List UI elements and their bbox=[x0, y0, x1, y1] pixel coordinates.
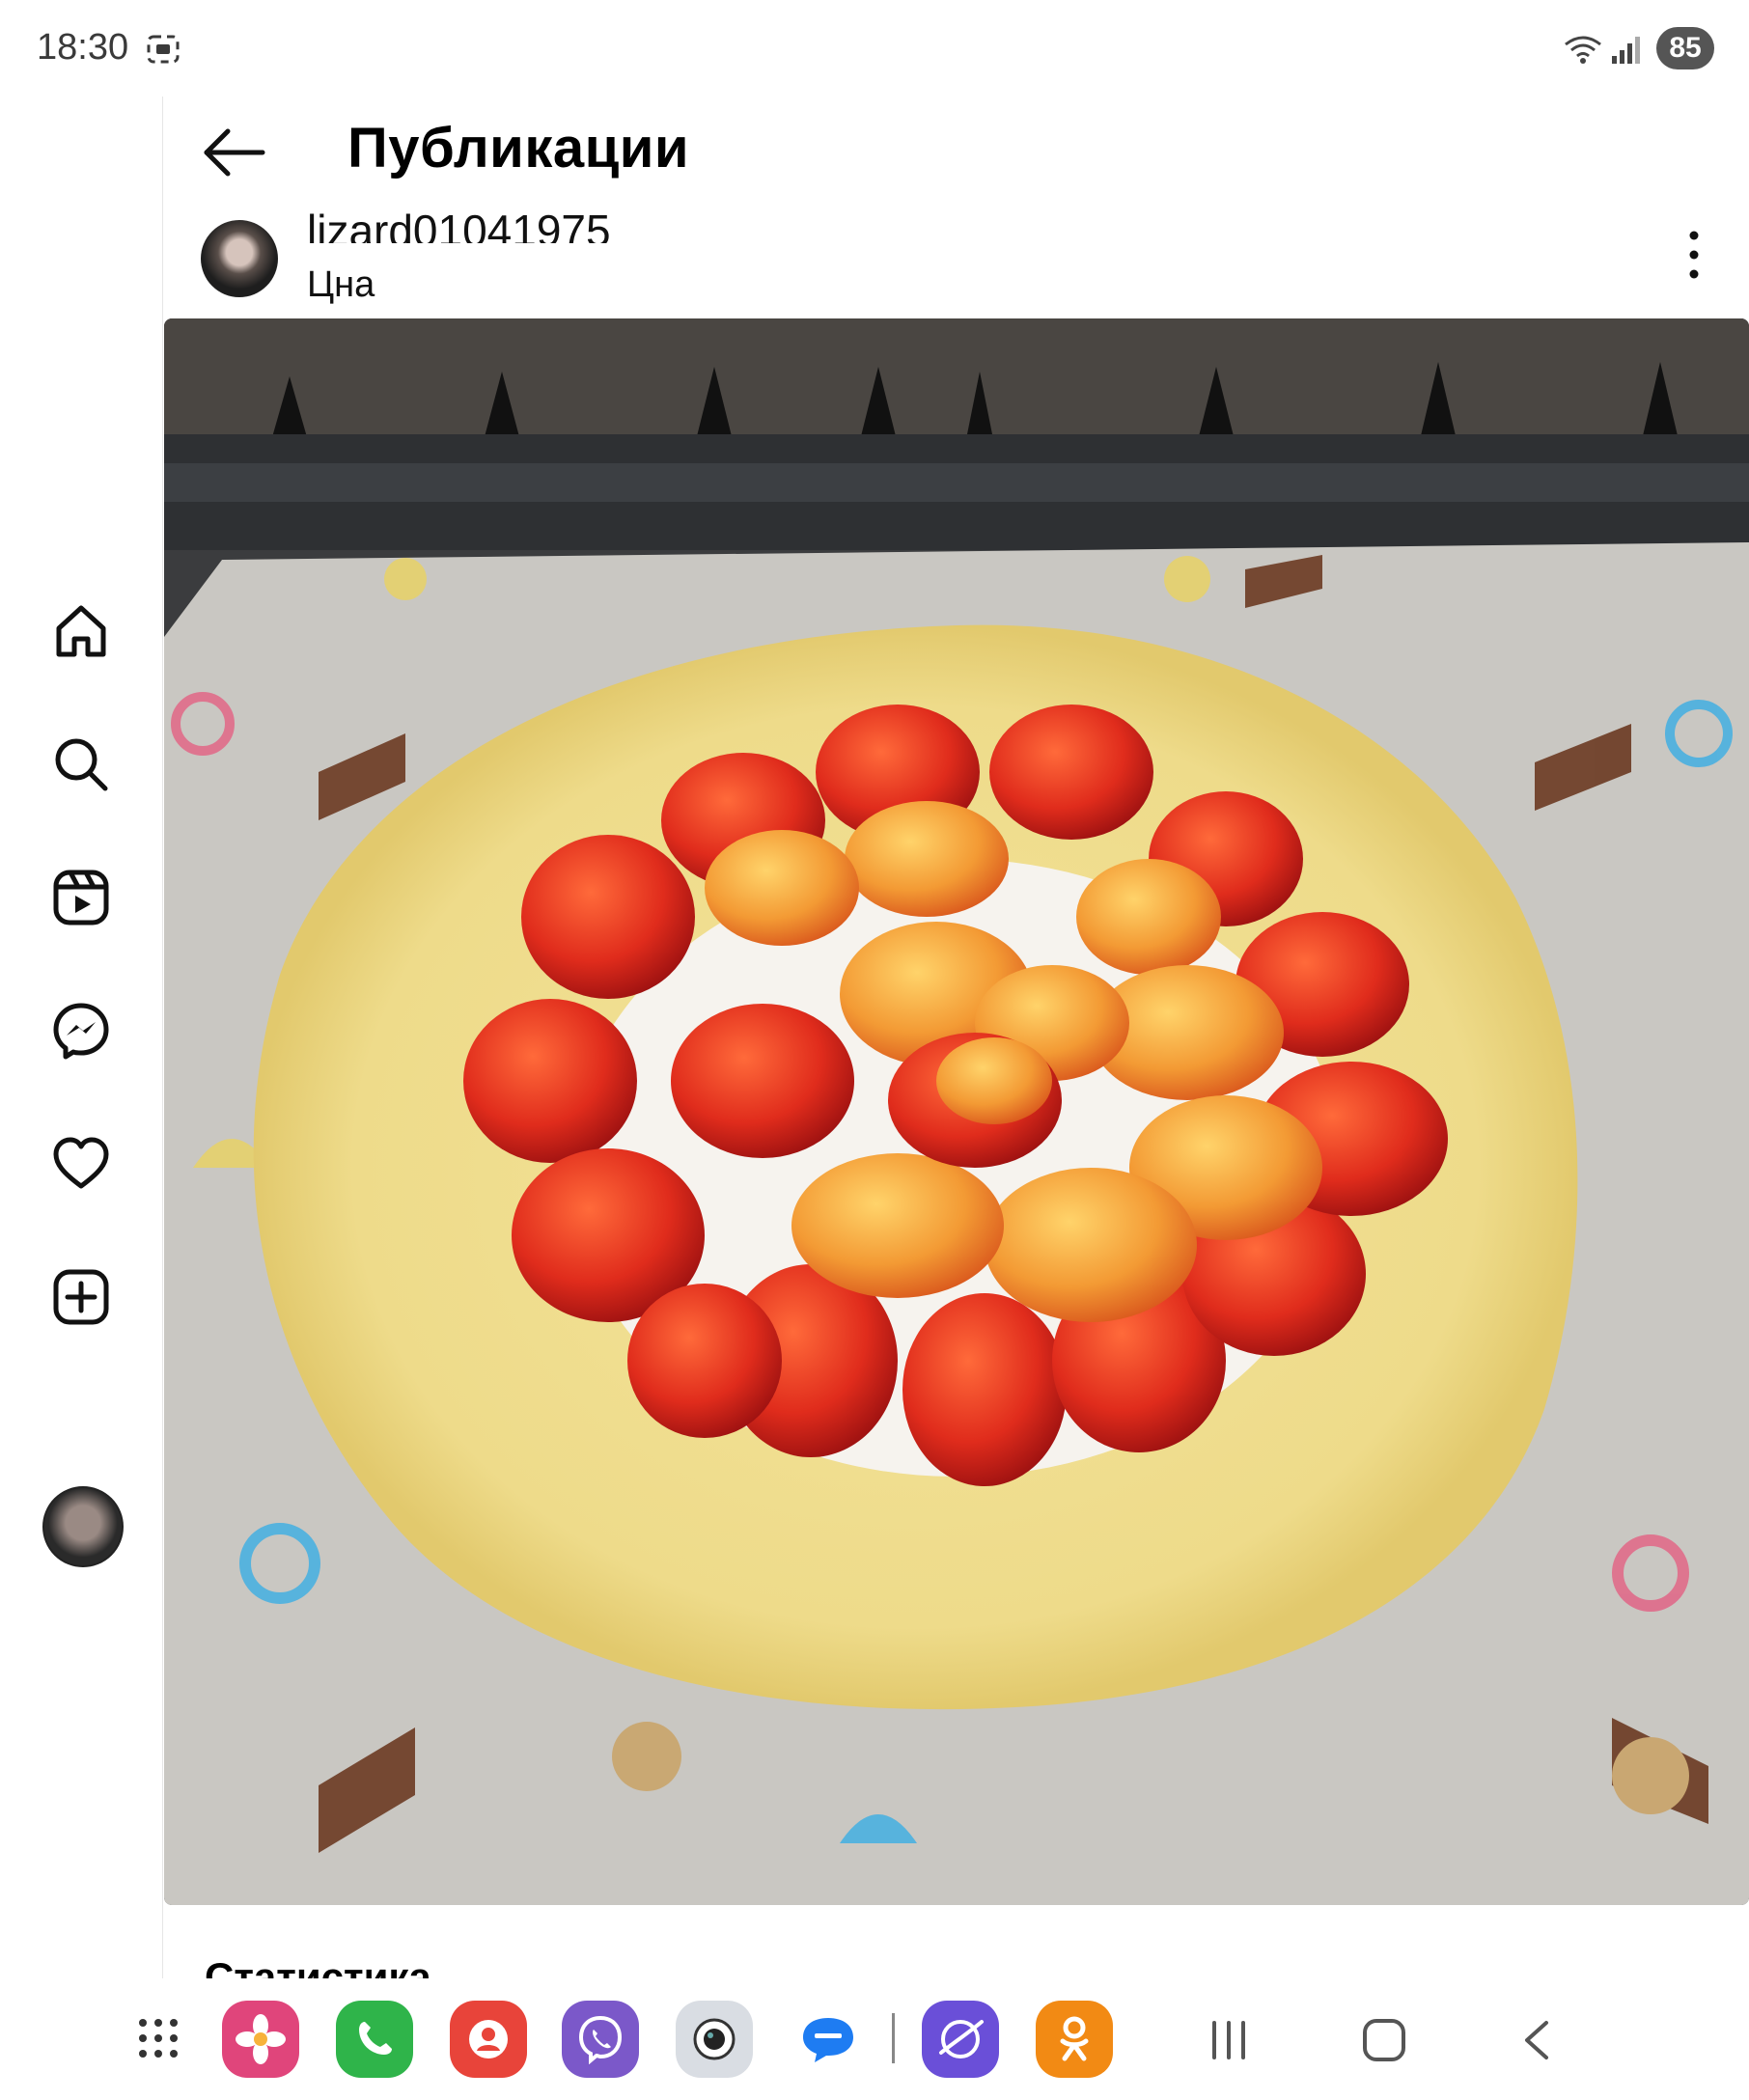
camera-icon bbox=[693, 2018, 736, 2060]
home-icon bbox=[56, 605, 106, 657]
battery-indicator: 85 bbox=[1656, 27, 1714, 69]
more-options-button[interactable] bbox=[1680, 228, 1708, 282]
messenger-icon bbox=[53, 1003, 109, 1060]
contacts-icon bbox=[469, 2020, 508, 2059]
sidebar-item-notifications[interactable] bbox=[46, 1129, 116, 1199]
home-nav-button[interactable] bbox=[1359, 2019, 1407, 2061]
odnoklassniki-app[interactable] bbox=[1036, 2001, 1113, 2078]
phone-icon bbox=[359, 2022, 392, 2055]
odnoklassniki-icon bbox=[1060, 2016, 1089, 2061]
back-nav-icon bbox=[1525, 2021, 1548, 2059]
gallery-icon bbox=[236, 2014, 286, 2064]
back-nav-button[interactable] bbox=[1513, 2019, 1562, 2061]
create-icon bbox=[53, 1269, 109, 1325]
sidebar-item-messenger[interactable] bbox=[46, 996, 116, 1065]
home-nav-icon bbox=[1363, 2019, 1405, 2061]
gallery-app[interactable] bbox=[222, 2001, 299, 2078]
phone-app[interactable] bbox=[336, 2001, 413, 2078]
app-drawer-icon[interactable] bbox=[135, 2015, 181, 2061]
sidebar-item-search[interactable] bbox=[46, 730, 116, 799]
heart-icon bbox=[53, 1137, 109, 1189]
recents-button[interactable] bbox=[1205, 2019, 1253, 2061]
messages-icon bbox=[803, 2018, 853, 2062]
signal-icon bbox=[1612, 37, 1640, 64]
recents-icon bbox=[1212, 2021, 1245, 2059]
page-title: Публикации bbox=[347, 117, 690, 180]
galette-photo bbox=[164, 318, 1749, 1905]
browser-icon bbox=[939, 2020, 984, 2059]
post-image[interactable] bbox=[164, 318, 1749, 1905]
contacts-app[interactable] bbox=[450, 2001, 527, 2078]
viber-icon bbox=[578, 2015, 623, 2064]
sidebar-item-create[interactable] bbox=[46, 1262, 116, 1332]
sidebar-item-home[interactable] bbox=[46, 596, 116, 666]
arrow-left-icon bbox=[204, 128, 265, 177]
back-button[interactable] bbox=[199, 124, 268, 181]
browser-app[interactable] bbox=[922, 2001, 999, 2078]
reels-icon bbox=[53, 870, 109, 926]
status-bar: 18:30 85 bbox=[0, 0, 1749, 97]
dock-divider bbox=[892, 2013, 895, 2063]
wifi-icon bbox=[1565, 36, 1601, 64]
messages-app[interactable] bbox=[790, 2001, 867, 2078]
post-username[interactable]: lizard01041975 bbox=[307, 201, 611, 243]
viber-app[interactable] bbox=[562, 2001, 639, 2078]
sidebar-item-profile[interactable] bbox=[42, 1486, 124, 1567]
more-vertical-icon bbox=[1689, 231, 1699, 279]
status-time: 18:30 bbox=[37, 27, 129, 68]
post-location[interactable]: Цна bbox=[307, 264, 375, 306]
sidebar-nav bbox=[0, 97, 163, 1978]
camera-app[interactable] bbox=[676, 2001, 753, 2078]
sidebar-item-reels[interactable] bbox=[46, 863, 116, 932]
search-icon bbox=[55, 738, 108, 791]
avatar[interactable] bbox=[201, 220, 278, 297]
screenshot-icon bbox=[147, 35, 180, 64]
